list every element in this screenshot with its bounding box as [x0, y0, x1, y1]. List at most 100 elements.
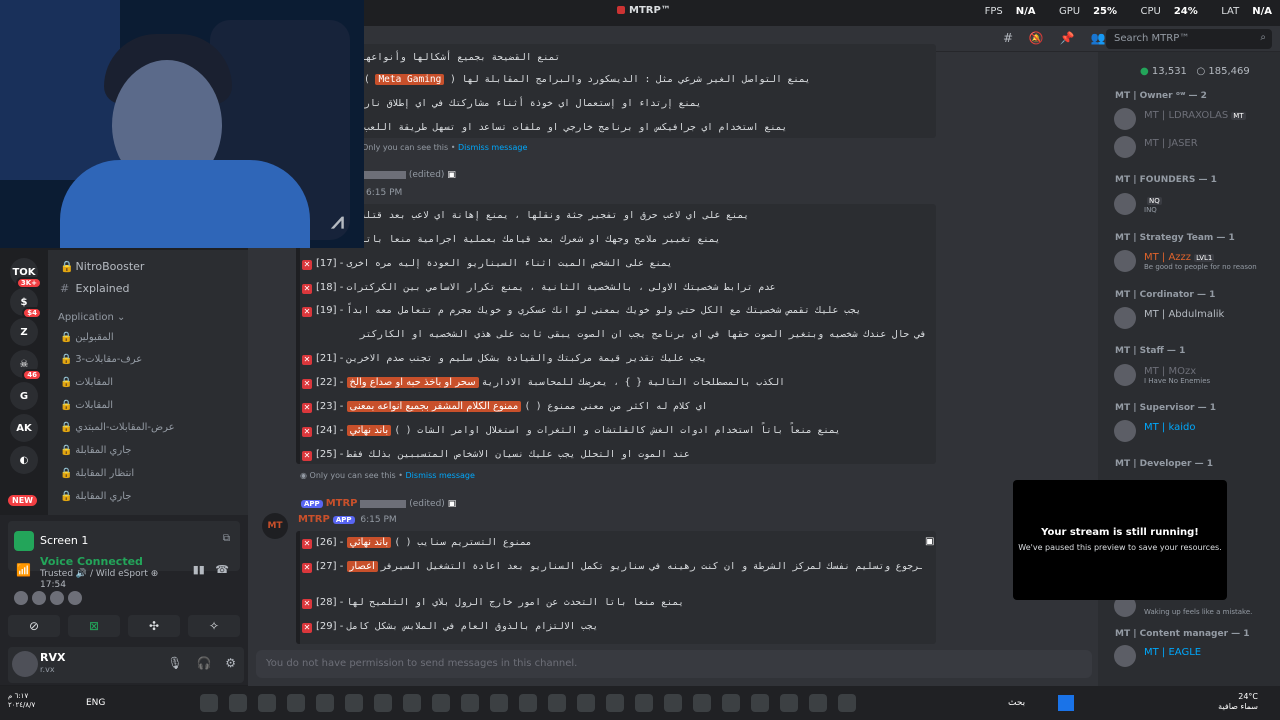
lock-icon: 🔒: [60, 491, 73, 502]
app-logo-icon: [617, 6, 625, 14]
firefox-icon[interactable]: [664, 694, 682, 712]
channel-item[interactable]: 🔒 جاري المقابلة: [60, 491, 131, 502]
rule-row: في حال عندك شخصيه وبتغير الصوت حقها في ا…: [360, 329, 927, 340]
server-icon[interactable]: ◐: [10, 446, 38, 474]
epic-icon[interactable]: [693, 694, 711, 712]
obs-icon[interactable]: [229, 694, 247, 712]
noise-suppression-icon[interactable]: ▮▮: [193, 563, 205, 576]
x-mark-icon: ✕: [302, 623, 312, 633]
folder-icon[interactable]: [780, 694, 798, 712]
highlight-tag: باند نهائي: [346, 425, 392, 436]
arrow-icon[interactable]: [374, 694, 392, 712]
terminal-icon[interactable]: [316, 694, 334, 712]
store-icon[interactable]: [751, 694, 769, 712]
channel-nitrobooster[interactable]: 🔒 NitroBooster: [60, 260, 144, 273]
channel-item[interactable]: 🔒 عرض-المقابلات-المبتدي: [60, 422, 175, 433]
lock-icon: 🔒: [60, 468, 73, 479]
notification-icon[interactable]: 🔕: [1029, 31, 1044, 45]
rule-row: ✕ [26] - ممنوع التستريم سنايب ( ) باند نه…: [302, 537, 532, 549]
message-time: 6:15 PM: [366, 188, 403, 198]
taskbar-search[interactable]: بحث: [1008, 698, 1025, 708]
windows-start-icon[interactable]: [1058, 695, 1074, 711]
server-icon[interactable]: $ $4: [10, 288, 42, 319]
channel-item[interactable]: 🔒 المقابلات: [60, 400, 113, 411]
avatar[interactable]: [12, 651, 38, 677]
channel-item[interactable]: 🔒 3-عرف-مقابلات: [60, 354, 142, 365]
channel-item[interactable]: 🔒 جاري المقابلة: [60, 445, 131, 456]
lock-icon: 🔒: [60, 400, 73, 411]
highlight-tag: باند نهائي: [346, 537, 392, 548]
category-application[interactable]: Application ⌄: [58, 312, 125, 323]
outlook-icon[interactable]: [809, 694, 827, 712]
threads-icon[interactable]: #: [1003, 31, 1013, 45]
activities-button[interactable]: ✣: [128, 615, 180, 637]
image-icon[interactable]: ▣: [447, 170, 456, 180]
bot-avatar[interactable]: MT: [262, 513, 288, 539]
language-indicator[interactable]: ENG: [86, 698, 105, 708]
dismiss-link[interactable]: Dismiss message: [458, 143, 527, 152]
taskbar-apps: [200, 694, 867, 712]
rule-row: ✕ [23] - اي كلام له اكثر من معنى ممنوع ( …: [302, 401, 708, 413]
headphones-icon[interactable]: 🎧: [196, 656, 211, 670]
discord-icon[interactable]: [258, 694, 276, 712]
embed-image-icon[interactable]: ▣: [925, 536, 934, 547]
highlight-tag: سحر او باخذ حبه او صداع والخ: [346, 377, 479, 388]
rule-row: ✕ [22] - الكذب بالمصطلحات التالية { } ، ي…: [302, 377, 785, 389]
lock-icon: 🔒: [60, 422, 73, 433]
rule-row: ✕ [24] - يمنع منعاً باتاً استخدام ادوات ا…: [302, 425, 841, 437]
share-screen-button[interactable]: ⊠: [68, 615, 120, 637]
ephemeral-notice: ◉ Only you can see this • Dismiss messag…: [300, 471, 475, 480]
new-badge: NEW: [8, 495, 37, 506]
instagram-icon[interactable]: [519, 694, 537, 712]
channel-item[interactable]: 🔒 المقبولين: [60, 332, 114, 343]
server-icon[interactable]: AK: [10, 414, 38, 442]
server-icon[interactable]: G: [10, 382, 38, 410]
steam-2-icon[interactable]: [722, 694, 740, 712]
bot-name[interactable]: MTRP: [298, 514, 330, 525]
copilot-icon[interactable]: [838, 694, 856, 712]
rule-row: ✕ [25] - عند الموت او التحلل يجب عليك نسي…: [302, 449, 690, 461]
soundboard-button[interactable]: ✧: [188, 615, 240, 637]
server-icon[interactable]: Z: [10, 318, 38, 346]
stream-preview-popup[interactable]: Your stream is still running! We've paus…: [1013, 480, 1227, 600]
steam-icon[interactable]: [345, 694, 363, 712]
search-input[interactable]: Search MTRP™ ⌕: [1106, 29, 1272, 49]
bk-icon[interactable]: [403, 694, 421, 712]
rule-row: ✕[27] - عند حدوث اعادة تشغيل للسيرفر { }…: [302, 561, 922, 573]
x-mark-icon: ✕: [302, 539, 312, 549]
chrome-profile-icon[interactable]: [635, 694, 653, 712]
channel-item[interactable]: 🔒 المقابلات: [60, 377, 113, 388]
unread-badge: 3K+: [15, 277, 42, 289]
microphone-icon[interactable]: 🎙: [167, 656, 182, 670]
chrome-icon[interactable]: [490, 694, 508, 712]
tiktok-icon[interactable]: [606, 694, 624, 712]
server-icon[interactable]: TOK 3K+: [10, 258, 42, 289]
role-header: MT | Staff — 1: [1115, 346, 1186, 356]
weather-widget[interactable]: 24°C سماء صافية: [1218, 692, 1258, 712]
popout-icon[interactable]: ⧉: [223, 533, 230, 544]
signal-icon[interactable]: 📶: [16, 563, 31, 577]
whatsapp-icon[interactable]: [577, 694, 595, 712]
channel-explained[interactable]: # Explained: [60, 282, 130, 295]
online-dot-icon: ●: [1140, 66, 1149, 77]
image-icon[interactable]: ▣: [448, 499, 457, 509]
settings-gear-icon[interactable]: ⚙: [225, 656, 236, 670]
rule-text: يمنع إرتداء او إستعمال اي خوذة أثناء مشا…: [364, 98, 702, 109]
app-title: MTRP™: [617, 5, 671, 16]
stream-logo-icon: ⩘: [331, 209, 344, 234]
voice-participants: [14, 591, 86, 608]
channel-item[interactable]: 🔒 انتظار المقابلة: [60, 468, 134, 479]
disconnect-icon[interactable]: ☎: [215, 563, 229, 576]
grid-icon[interactable]: [432, 694, 450, 712]
server-icon[interactable]: ☠ 46: [10, 350, 42, 381]
telegram-icon[interactable]: [548, 694, 566, 712]
pin-icon[interactable]: 📌: [1060, 31, 1075, 45]
edge-icon[interactable]: [461, 694, 479, 712]
dismiss-link[interactable]: Dismiss message: [406, 471, 475, 480]
onedrive-icon[interactable]: [200, 694, 218, 712]
member-list-icon[interactable]: 👥: [1090, 31, 1105, 45]
role-header: MT | Supervisor — 1: [1115, 403, 1216, 413]
camera-off-button[interactable]: ⊘: [8, 615, 60, 637]
monitor-icon[interactable]: [287, 694, 305, 712]
screen-icon: [14, 531, 34, 551]
